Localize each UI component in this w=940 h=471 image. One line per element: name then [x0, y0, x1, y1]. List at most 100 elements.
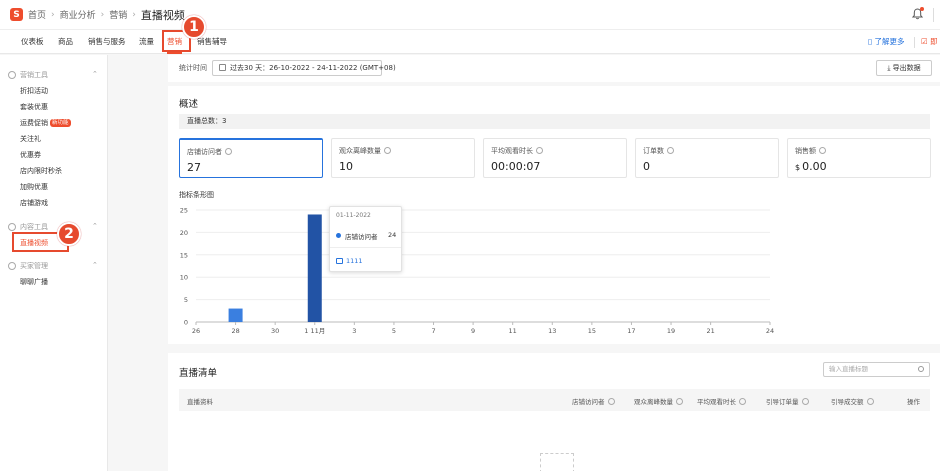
y-tick-label: 0 [184, 319, 188, 327]
x-tick-label: 21 [706, 327, 714, 335]
tab-products[interactable]: 商品 [58, 30, 73, 54]
tab-traffic[interactable]: 流量 [139, 30, 154, 54]
x-tick-label: 3 [352, 327, 356, 335]
sidebar-item-vouchers[interactable]: 优惠券 [20, 150, 41, 160]
y-tick-label: 10 [180, 274, 188, 282]
y-tick-label: 15 [180, 251, 188, 259]
x-tick-label: 1 11月 [304, 327, 325, 335]
calendar-icon [219, 64, 226, 71]
sidebar-item-flash-sale[interactable]: 店内限时秒杀 [20, 166, 62, 176]
help-icon[interactable] [536, 147, 543, 154]
book-icon: ▯ [868, 37, 873, 46]
export-data-button[interactable]: ⤓ 导出数据 [876, 60, 932, 76]
tooltip-live-link[interactable]: 1111 [336, 257, 363, 265]
column-header-sortable[interactable]: 店铺访问者 [572, 396, 615, 406]
help-icon[interactable] [676, 398, 683, 405]
annotation-badge-1: 1 [182, 15, 206, 39]
help-icon[interactable] [819, 147, 826, 154]
learn-more-link[interactable]: ▯ 了解更多 [868, 30, 905, 54]
top-bar: S 首页 › 商业分析 › 营销 › 直播视频 [0, 0, 940, 30]
content-icon [8, 223, 16, 231]
page-title: 直播视频 [140, 8, 185, 22]
metric-label: 观众离峰数量 [339, 147, 381, 155]
nav-tabs: 仪表板 商品 销售与服务 流量 营销 销售辅导 ▯ 了解更多 ☑ 即 [0, 30, 940, 54]
x-tick-label: 11 [509, 327, 517, 335]
section-title: 买家管理 [20, 262, 48, 270]
help-icon[interactable] [801, 398, 809, 405]
overview-title: 概述 [179, 99, 199, 110]
x-tick-label: 26 [192, 327, 200, 335]
metric-sales[interactable]: 销售额 $0.00 [787, 138, 931, 178]
breadcrumb-analytics[interactable]: 商业分析 [60, 8, 96, 21]
help-icon[interactable] [739, 398, 746, 405]
edit-link-label: 即 [930, 37, 938, 46]
y-tick-label: 5 [184, 296, 188, 304]
help-icon[interactable] [225, 148, 232, 155]
empty-state-icon [540, 453, 574, 471]
column-label: 引导成交额 [831, 398, 864, 406]
sidebar-section-buyer-management[interactable]: 买家管理 [8, 261, 48, 271]
breadcrumb-marketing[interactable]: 营销 [109, 8, 127, 21]
divider [914, 37, 915, 48]
live-list-card: 直播清单 输入直播标题 直播资料 店铺访问者 观众离峰数量 平均观看时长 引导订… [168, 353, 940, 471]
x-tick-label: 19 [667, 327, 675, 335]
help-icon[interactable] [384, 147, 391, 154]
learn-more-label: 了解更多 [874, 37, 905, 46]
breadcrumb-home[interactable]: 首页 [28, 8, 46, 21]
help-icon[interactable] [866, 398, 874, 405]
new-feature-badge: 新功能 [50, 119, 71, 127]
sidebar-item-shipping-promo[interactable]: 运费促销 新功能 [20, 118, 71, 128]
tooltip-series-name: 店铺访问者 [345, 233, 378, 241]
shopee-logo-icon[interactable]: S [10, 8, 23, 21]
live-search-input[interactable]: 输入直播标题 [823, 362, 930, 377]
x-tick-label: 15 [588, 327, 596, 335]
chevron-up-icon[interactable]: ⌃ [92, 261, 98, 269]
x-tick-label: 7 [431, 327, 435, 335]
sidebar-item-follow-prize[interactable]: 关注礼 [20, 134, 41, 144]
download-icon: ⤓ [887, 64, 891, 72]
live-video-icon [336, 258, 343, 264]
chevron-up-icon[interactable]: ⌃ [92, 70, 98, 78]
metric-orders[interactable]: 订单数 0 [635, 138, 779, 178]
tooltip-live-title: 1111 [346, 257, 363, 265]
tab-dashboard[interactable]: 仪表板 [21, 30, 44, 54]
sidebar-item-discount[interactable]: 折扣活动 [20, 86, 48, 96]
live-list-title: 直播清单 [179, 368, 218, 379]
tab-sales-service[interactable]: 销售与服务 [88, 30, 126, 54]
x-tick-label: 28 [231, 327, 239, 335]
metric-label: 订单数 [643, 147, 664, 155]
search-icon[interactable] [918, 366, 924, 372]
chevron-right-icon: › [100, 9, 105, 20]
metric-label: 平均观看时长 [491, 147, 533, 155]
chevron-up-icon[interactable]: ⌃ [92, 222, 98, 230]
help-icon[interactable] [667, 147, 674, 154]
stats-time-label: 统计时间 [179, 64, 207, 72]
date-range-picker[interactable]: 过去30 天：26-10-2022 - 24-11-2022 (GMT+08) [212, 60, 396, 76]
overview-card: 概述 直播总数：3 店铺访问者 27 观众离峰数量 10 平均观看时长 00:0… [168, 86, 940, 344]
sidebar-item-add-on-deal[interactable]: 加购优惠 [20, 182, 48, 192]
bar-chart: 0 5 10 15 20 25 26 28 30 1 11月 3 5 7 9 11 13 15 17 19 21 24 [180, 207, 774, 336]
sidebar-item-chat-broadcast[interactable]: 聊聊广播 [20, 277, 48, 287]
metric-shop-visitors[interactable]: 店铺访问者 27 [179, 138, 323, 178]
metric-value: 00:00:07 [491, 160, 541, 173]
column-header-sortable[interactable]: 平均观看时长 [697, 396, 746, 406]
column-header-sortable[interactable]: 引导订单量 [766, 396, 809, 406]
chevron-right-icon: › [132, 9, 136, 20]
edit-link[interactable]: ☑ 即 [921, 30, 938, 54]
search-placeholder: 输入直播标题 [829, 365, 868, 373]
sidebar-section-content-tools[interactable]: 内容工具 [8, 222, 48, 232]
metric-value: 0 [643, 160, 650, 173]
metric-avg-watch-time[interactable]: 平均观看时长 00:00:07 [483, 138, 627, 178]
sidebar-item-shop-games[interactable]: 店铺游戏 [20, 198, 48, 208]
column-header-sortable[interactable]: 引导成交额 [831, 396, 874, 406]
x-tick-label: 9 [471, 327, 475, 335]
column-header-sortable[interactable]: 观众离峰数量 [634, 396, 683, 406]
sidebar-section-marketing-tools[interactable]: 营销工具 [8, 70, 48, 80]
sidebar-item-bundle[interactable]: 套装优惠 [20, 102, 48, 112]
help-icon[interactable] [607, 398, 615, 405]
live-count-bar: 直播总数：3 [179, 114, 930, 129]
x-tick-label: 13 [548, 327, 556, 335]
metric-peak-viewers[interactable]: 观众离峰数量 10 [331, 138, 475, 178]
bar-28 [228, 308, 243, 322]
edit-icon: ☑ [921, 37, 928, 46]
